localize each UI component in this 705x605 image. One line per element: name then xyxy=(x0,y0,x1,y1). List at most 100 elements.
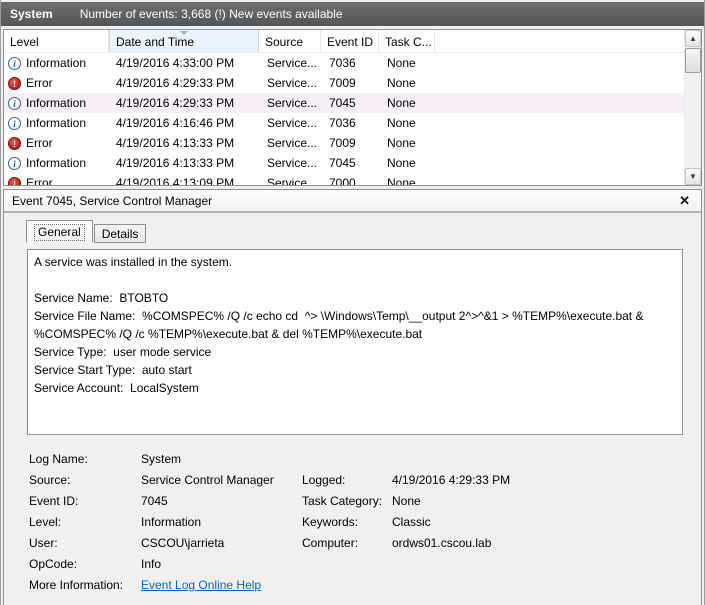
date-cell: 4/19/2016 4:13:09 PM xyxy=(116,176,235,185)
property-label: User: xyxy=(29,536,58,550)
property-label: Source: xyxy=(29,473,71,487)
column-header-task-category[interactable]: Task C... xyxy=(379,30,435,52)
property-label: Level: xyxy=(29,515,62,529)
property-row: Event ID: 7045 Task Category: None xyxy=(29,491,689,512)
scrollbar-thumb[interactable] xyxy=(685,48,701,73)
level-cell: ! Error xyxy=(4,176,109,185)
date-cell: 4/19/2016 4:13:33 PM xyxy=(116,156,235,170)
event-log-online-help-link[interactable]: Event Log Online Help xyxy=(141,578,261,592)
task-category-cell: None xyxy=(387,156,416,170)
table-row[interactable]: ! Error 4/19/2016 4:13:09 PM Service... 7000… xyxy=(4,173,684,185)
detail-pane-header: Event 7045, Service Control Manager ✕ xyxy=(4,190,701,213)
events-summary: Number of events: 3,668 (!) New events a… xyxy=(79,7,343,21)
property-label: OpCode: xyxy=(29,557,78,571)
property-value: Service Control Manager xyxy=(141,473,274,487)
source-cell: Service... xyxy=(267,56,318,70)
task-category-cell: None xyxy=(387,76,416,90)
source-cell: Service... xyxy=(267,96,318,110)
level-cell: i Information xyxy=(4,116,109,130)
tab-details[interactable]: Details xyxy=(93,224,147,243)
task-category-cell: None xyxy=(387,116,416,130)
scroll-down-icon[interactable]: ▼ xyxy=(685,168,701,185)
table-row[interactable]: i Information 4/19/2016 4:13:33 PM Service.… xyxy=(4,153,684,173)
level-cell: i Information xyxy=(4,156,109,170)
property-label: Computer: xyxy=(302,536,359,550)
date-cell: 4/19/2016 4:29:33 PM xyxy=(116,76,235,90)
column-header-level[interactable]: Level xyxy=(4,30,109,52)
source-cell: Service... xyxy=(267,76,318,90)
close-icon[interactable]: ✕ xyxy=(679,193,690,209)
source-cell: Service... xyxy=(267,136,318,150)
property-value: None xyxy=(392,494,421,508)
property-value: System xyxy=(141,452,182,466)
log-name: System xyxy=(10,7,53,21)
tab-general-label: General xyxy=(34,224,85,241)
task-category-cell: None xyxy=(387,176,416,185)
source-cell: Service... xyxy=(267,176,318,185)
property-row: User: CSCOU\jarrieta Computer: ordws01.csco… xyxy=(29,533,689,554)
detail-pane-title: Event 7045, Service Control Manager xyxy=(12,194,213,208)
event-id-cell: 7009 xyxy=(329,76,356,90)
tab-details-label: Details xyxy=(101,227,139,241)
property-value: 4/19/2016 4:29:33 PM xyxy=(392,473,511,487)
column-header-source[interactable]: Source xyxy=(259,30,321,52)
table-row[interactable]: i Information 4/19/2016 4:16:46 PM Service.… xyxy=(4,113,684,133)
date-cell: 4/19/2016 4:29:33 PM xyxy=(116,96,235,110)
level-cell: i Information xyxy=(4,56,109,70)
date-cell: 4/19/2016 4:16:46 PM xyxy=(116,116,235,130)
event-id-cell: 7045 xyxy=(329,156,356,170)
information-icon: i xyxy=(8,56,21,70)
property-value: Information xyxy=(141,515,202,529)
event-viewer-window: System Number of events: 3,668 (!) New e… xyxy=(0,0,705,605)
event-id-cell: 7000 xyxy=(329,176,356,185)
property-value: ordws01.cscou.lab xyxy=(392,536,492,550)
detail-tabs: General Details xyxy=(26,219,147,243)
task-category-cell: None xyxy=(387,56,416,70)
column-header-date-and-time[interactable]: Date and Time xyxy=(109,30,259,52)
table-row[interactable]: ! Error 4/19/2016 4:13:33 PM Service... 7009… xyxy=(4,133,684,153)
level-cell: ! Error xyxy=(4,136,109,150)
property-row: OpCode: Info xyxy=(29,554,689,575)
task-category-cell: None xyxy=(387,96,416,110)
property-label: Task Category: xyxy=(302,494,383,508)
sort-descending-icon xyxy=(180,31,188,35)
information-icon: i xyxy=(8,156,21,170)
table-row[interactable]: ! Error 4/19/2016 4:29:33 PM Service... 7009… xyxy=(4,73,684,93)
vertical-scrollbar[interactable]: ▲ ▼ xyxy=(684,30,701,185)
property-label: Keywords: xyxy=(302,515,359,529)
task-category-cell: None xyxy=(387,136,416,150)
level-cell: i Information xyxy=(4,96,109,110)
source-cell: Service... xyxy=(267,116,318,130)
property-value: Classic xyxy=(392,515,431,529)
property-value: CSCOU\jarrieta xyxy=(141,536,225,550)
error-icon: ! xyxy=(8,176,21,185)
event-rows: i Information 4/19/2016 4:33:00 PM Service.… xyxy=(4,53,684,185)
error-icon: ! xyxy=(8,76,21,90)
scroll-up-icon[interactable]: ▲ xyxy=(685,30,701,47)
column-header-event-id[interactable]: Event ID xyxy=(321,30,379,52)
property-label: Log Name: xyxy=(29,452,88,466)
date-cell: 4/19/2016 4:13:33 PM xyxy=(116,136,235,150)
table-row[interactable]: i Information 4/19/2016 4:33:00 PM Service.… xyxy=(4,53,684,73)
event-id-cell: 7045 xyxy=(329,96,356,110)
property-row: Level: Information Keywords: Classic xyxy=(29,512,689,533)
event-id-cell: 7036 xyxy=(329,56,356,70)
property-row: More Information: Event Log Online Help xyxy=(29,575,689,596)
property-row: Log Name: System xyxy=(29,449,689,470)
property-value: 7045 xyxy=(141,494,168,508)
column-header-date-label: Date and Time xyxy=(116,35,195,49)
event-properties: Log Name: System Source: Service Control Ma… xyxy=(29,449,689,596)
tab-general[interactable]: General xyxy=(26,220,93,243)
event-list: Level Date and Time Source Event ID Task… xyxy=(3,29,702,186)
property-label: Logged: xyxy=(302,473,346,487)
date-cell: 4/19/2016 4:33:00 PM xyxy=(116,56,235,70)
property-label: Event ID: xyxy=(29,494,79,508)
column-header-row: Level Date and Time Source Event ID Task… xyxy=(4,30,684,53)
table-row[interactable]: i Information 4/19/2016 4:29:33 PM Service.… xyxy=(4,93,684,113)
property-label: More Information: xyxy=(29,578,124,592)
column-header-filler xyxy=(435,30,684,52)
log-summary-bar: System Number of events: 3,668 (!) New e… xyxy=(1,2,704,26)
level-cell: ! Error xyxy=(4,76,109,90)
information-icon: i xyxy=(8,116,21,130)
error-icon: ! xyxy=(8,136,21,150)
